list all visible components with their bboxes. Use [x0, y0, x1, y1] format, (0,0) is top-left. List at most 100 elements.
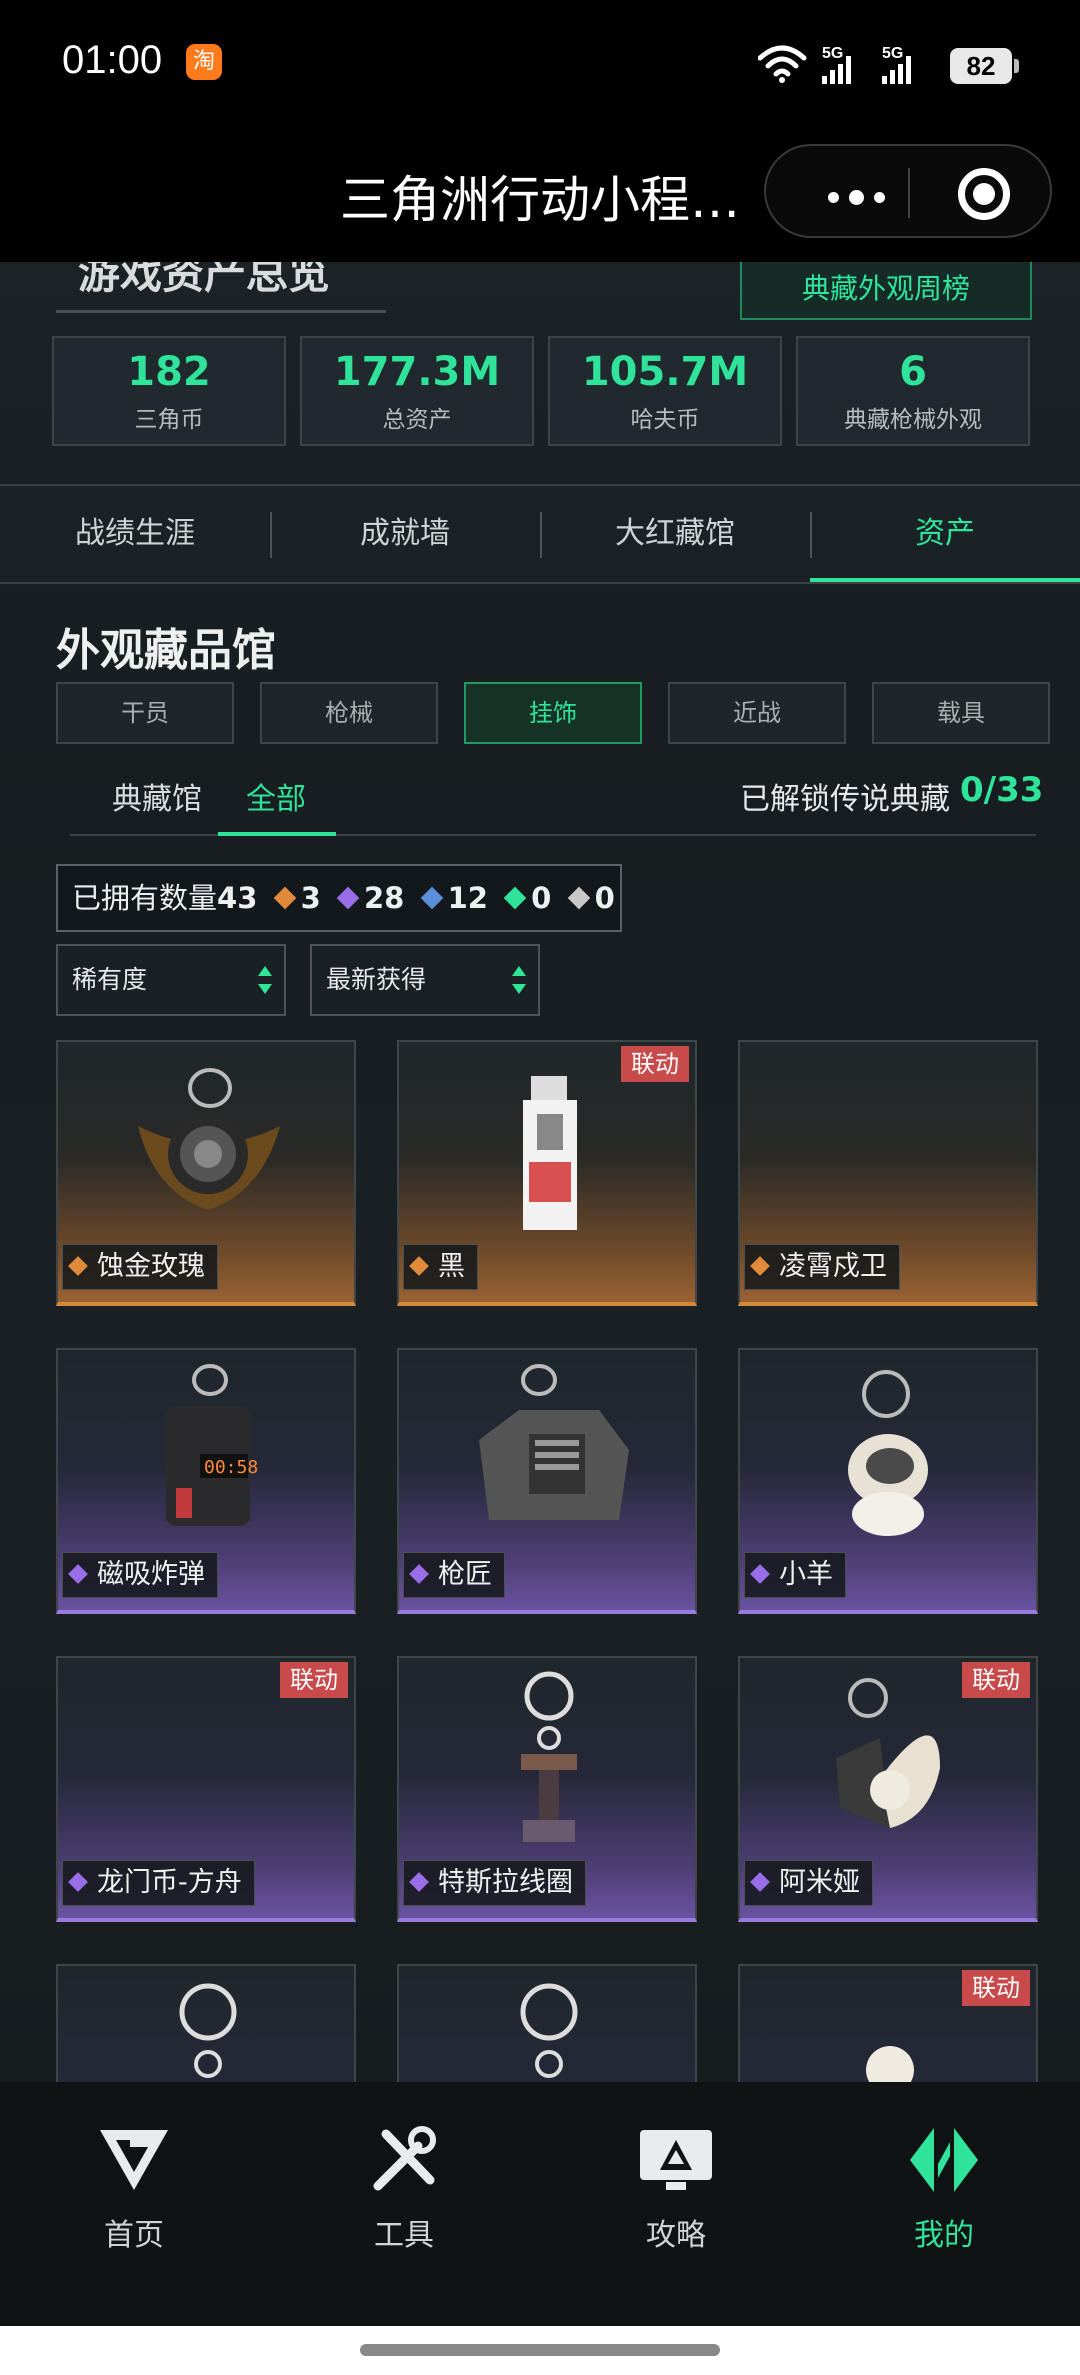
nav-guide[interactable]: 攻略	[586, 2124, 766, 2254]
nav-home[interactable]: 首页	[44, 2124, 224, 2254]
dropdown-value: 稀有度	[72, 965, 148, 994]
status-time: 01:00	[62, 38, 163, 82]
green-diamond-icon	[503, 886, 527, 910]
home-logo-icon	[100, 2130, 168, 2190]
tools-icon	[373, 2126, 436, 2191]
network-type-1: 5G	[822, 45, 843, 62]
network-type-2: 5G	[882, 45, 903, 62]
item-card-amiya[interactable]: 联动 阿米娅	[738, 1656, 1038, 1922]
rose-charm-image	[138, 1068, 280, 1210]
subtab-all[interactable]: 全部	[246, 774, 306, 818]
item-card[interactable]	[56, 1964, 356, 2082]
system-gesture-area	[0, 2326, 1080, 2375]
purple-diamond-icon	[336, 886, 360, 910]
owned-count-bar: 已拥有数量43 3 28 12 0 0	[56, 864, 622, 932]
wifi-icon	[758, 45, 807, 83]
purple-diamond-icon	[409, 1564, 429, 1584]
ring-charm-image	[520, 1983, 578, 2078]
purple-diamond-icon	[750, 1564, 770, 1584]
home-gesture-bar[interactable]	[360, 2344, 720, 2356]
nav-label: 我的	[914, 2218, 974, 2253]
purple-diamond-icon	[68, 1872, 88, 1892]
capsule-menu	[764, 144, 1052, 238]
item-name-tag: 凌霄戍卫	[744, 1244, 900, 1290]
white-diamond-icon	[567, 886, 590, 910]
sort-by-rarity-dropdown[interactable]: 稀有度	[56, 944, 286, 1016]
weekly-ranking-button[interactable]: 典藏外观周榜	[740, 262, 1032, 320]
main-content[interactable]: 游戏资产总览 典藏外观周榜 182 三角币 177.3M 总资产 105.7M …	[0, 262, 1080, 2082]
stat-label: 三角币	[134, 407, 204, 433]
more-options-button[interactable]	[828, 188, 895, 207]
owned-total: 43	[217, 881, 258, 915]
collab-badge: 联动	[621, 1046, 689, 1082]
nav-label: 攻略	[646, 2218, 706, 2253]
stat-label: 典藏枪械外观	[844, 407, 982, 433]
page-title: 三角洲行动小程…	[340, 171, 740, 229]
item-card[interactable]	[397, 1964, 697, 2082]
close-mini-program-button[interactable]	[958, 168, 1010, 220]
taobao-notification-icon: 淘	[186, 44, 222, 80]
tab-career-record[interactable]: 战绩生涯	[0, 486, 270, 582]
stat-label: 总资产	[382, 407, 452, 433]
item-card[interactable]: 联动	[738, 1964, 1038, 2082]
stat-value: 182	[127, 349, 211, 395]
guide-icon	[640, 2130, 712, 2190]
overview-heading: 游戏资产总览	[78, 262, 331, 298]
stat-card-total-assets: 177.3M 总资产	[300, 336, 534, 446]
stat-label: 哈夫币	[630, 407, 700, 433]
item-card-corrosion-rose[interactable]: 蚀金玫瑰	[56, 1040, 356, 1306]
item-card-black[interactable]: 联动 黑	[397, 1040, 697, 1306]
rarity-count-blue: 12	[420, 866, 488, 930]
item-card-little-sheep[interactable]: 小羊	[738, 1348, 1038, 1614]
item-card-magnetic-bomb[interactable]: 00:58 磁吸炸弹	[56, 1348, 356, 1614]
owned-label: 已拥有数量	[72, 881, 218, 915]
category-operator[interactable]: 干员	[56, 682, 234, 744]
stat-card-delta-coin: 182 三角币	[52, 336, 286, 446]
nav-tools[interactable]: 工具	[314, 2124, 494, 2254]
collab-badge: 联动	[280, 1662, 348, 1698]
item-name-tag: 黑	[403, 1244, 478, 1290]
category-melee[interactable]: 近战	[668, 682, 846, 744]
item-card-tesla-coil[interactable]: 特斯拉线圈	[397, 1656, 697, 1922]
legend-unlock-label: 已解锁传说典藏	[740, 782, 950, 817]
stat-value: 105.7M	[581, 349, 749, 395]
sort-by-time-dropdown[interactable]: 最新获得	[310, 944, 540, 1016]
nav-label: 工具	[374, 2218, 434, 2253]
category-charm[interactable]: 挂饰	[464, 682, 642, 744]
battery-indicator: 82	[950, 48, 1019, 84]
stat-value: 6	[899, 349, 927, 395]
category-weapon[interactable]: 枪械	[260, 682, 438, 744]
overview-underline	[56, 310, 386, 314]
item-name-tag: 阿米娅	[744, 1860, 873, 1906]
tab-assets[interactable]: 资产	[810, 486, 1080, 582]
mini-program-title-bar: 三角洲行动小程…	[0, 130, 1080, 262]
capsule-divider	[908, 168, 910, 218]
item-card-gunsmith[interactable]: 枪匠	[397, 1348, 697, 1614]
rarity-count-white: 0	[567, 866, 615, 930]
item-card-lungmen-coin[interactable]: 联动 龙门币-方舟	[56, 1656, 356, 1922]
rarity-count-purple: 28	[336, 866, 404, 930]
status-bar: 01:00 淘 5G 5G 82	[0, 0, 1080, 130]
item-name-tag: 蚀金玫瑰	[62, 1244, 218, 1290]
active-subtab-indicator	[218, 832, 336, 836]
gold-diamond-icon	[409, 1256, 429, 1276]
bomb-charm-image: 00:58	[166, 1364, 258, 1526]
profile-tabs: 战绩生涯 成就墙 大红藏馆 资产	[0, 484, 1080, 584]
tab-red-vault[interactable]: 大红藏馆	[540, 486, 810, 582]
nav-profile[interactable]: 我的	[854, 2124, 1034, 2254]
category-vehicle[interactable]: 载具	[872, 682, 1050, 744]
tab-achievement-wall[interactable]: 成就墙	[270, 486, 540, 582]
subtab-divider	[70, 834, 1036, 836]
legend-unlock-count: 0/33	[960, 770, 1044, 810]
dropdown-value: 最新获得	[326, 965, 427, 994]
tesla-coil-charm-image	[521, 1671, 577, 1842]
subtab-collection[interactable]: 典藏馆	[112, 774, 202, 818]
collection-title: 外观藏品馆	[56, 625, 276, 676]
rarity-count-gold: 3	[273, 866, 321, 930]
charm-image	[866, 2046, 914, 2082]
gold-diamond-icon	[750, 1256, 770, 1276]
gold-diamond-icon	[68, 1256, 88, 1276]
item-card-lingxiao-guard[interactable]: 凌霄戍卫	[738, 1040, 1038, 1306]
bottom-navigation: 首页 工具 攻略 我的	[0, 2082, 1080, 2326]
profile-logo-icon	[910, 2128, 978, 2192]
